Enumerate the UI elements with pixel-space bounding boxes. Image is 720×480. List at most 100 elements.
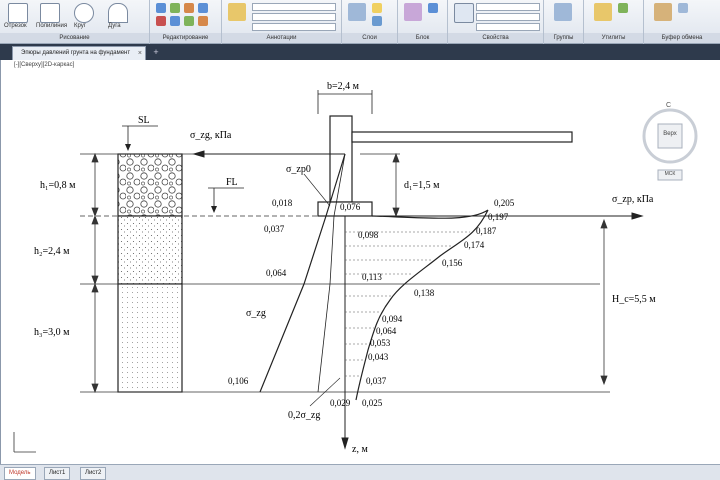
ribbon-group-properties: Свойства xyxy=(448,0,544,44)
ribbon-group-clipboard: Буфер обмена xyxy=(644,0,720,44)
calculator-icon[interactable] xyxy=(618,3,628,13)
zp-curve-3: 0,187 xyxy=(476,226,497,236)
paste-icon[interactable] xyxy=(654,3,672,21)
text-style-combo[interactable] xyxy=(252,3,336,11)
viewcube-top-face[interactable]: Верх xyxy=(658,131,682,137)
lineweight-combo[interactable] xyxy=(476,13,540,21)
ribbon-group-annotation: Аннотации xyxy=(222,0,342,44)
dim-style-combo[interactable] xyxy=(252,13,336,21)
zp-near-9: 0,029 xyxy=(330,398,351,408)
sl-marker: SL xyxy=(122,115,158,151)
status-bar: Модель Лист1 Лист2 xyxy=(0,464,720,480)
circle-tool-label: Круг xyxy=(74,23,86,29)
layer-h2-label: h₂=2,4 м xyxy=(34,246,70,257)
zp-near-1: 0,076 xyxy=(340,202,361,212)
ucs-icon xyxy=(13,432,36,453)
sigma-zp-axis-label: σ_zp, кПа xyxy=(612,194,654,205)
copy-icon[interactable] xyxy=(198,3,208,13)
sigma-zp0-label: σ_zp0 xyxy=(286,164,311,175)
ribbon-group-utilities: Утилиты xyxy=(584,0,644,44)
zp-curve-5: 0,156 xyxy=(442,258,463,268)
zg-value-2: 0,037 xyxy=(264,224,285,234)
zp-near-3: 0,113 xyxy=(362,272,382,282)
zp-curve-2: 0,197 xyxy=(488,212,509,222)
soil-pressure-drawing: h₁=0,8 м h₂=2,4 м h₃=3,0 м SL FL b=2,4 м… xyxy=(13,81,656,455)
linetype-combo[interactable] xyxy=(476,23,540,31)
group-label-draw: Рисование xyxy=(0,33,149,43)
color-combo[interactable] xyxy=(476,3,540,11)
mirror-icon[interactable] xyxy=(156,16,166,26)
depth-label: d₁=1,5 м xyxy=(404,180,440,191)
left-dimension-chain xyxy=(91,152,99,394)
foundation-width-label: b=2,4 м xyxy=(327,81,360,92)
compressible-depth-label: H_с=5,5 м xyxy=(612,294,656,305)
match-properties-icon[interactable] xyxy=(454,3,474,23)
zp-near-2: 0,098 xyxy=(358,230,379,240)
foundation xyxy=(317,90,573,217)
copy-clip-icon[interactable] xyxy=(678,3,688,13)
z-axis-label: z, м xyxy=(352,444,368,455)
sigma-zg-axis xyxy=(192,150,345,158)
rotate-icon[interactable] xyxy=(170,3,180,13)
text-tool-icon[interactable] xyxy=(228,3,246,21)
layer-on-icon[interactable] xyxy=(372,3,382,13)
group-label-annotation: Аннотации xyxy=(222,33,341,43)
measure-icon[interactable] xyxy=(594,3,612,21)
viewcube[interactable]: С Верх МСК xyxy=(640,102,700,184)
zp-curve-6: 0,138 xyxy=(414,288,435,298)
file-tab-bar: Эпюры давлений грунта на фундамент × + xyxy=(0,44,720,60)
line-tool-label: Отрезок xyxy=(4,23,27,29)
stretch-icon[interactable] xyxy=(184,16,194,26)
move-icon[interactable] xyxy=(156,3,166,13)
ribbon-group-modify: Редактирование xyxy=(150,0,222,44)
arc-tool-label: Дуга xyxy=(108,23,121,29)
zp-curve-1: 0,205 xyxy=(494,198,515,208)
tab-layout2[interactable]: Лист2 xyxy=(80,467,107,480)
arc-tool-icon[interactable] xyxy=(108,3,128,23)
group-label-modify: Редактирование xyxy=(150,33,221,43)
viewcube-north[interactable]: С xyxy=(666,102,671,109)
zp-near-5: 0,064 xyxy=(376,326,397,336)
line-tool-icon[interactable] xyxy=(8,3,28,23)
file-tab[interactable]: Эпюры давлений грунта на фундамент × xyxy=(12,46,146,60)
tab-model[interactable]: Модель xyxy=(4,467,36,480)
zg-value-3: 0,064 xyxy=(266,268,287,278)
ribbon-group-draw: Отрезок Полилиния Круг Дуга Рисование xyxy=(0,0,150,44)
group-icon[interactable] xyxy=(554,3,572,21)
compressible-depth-dimension xyxy=(600,218,608,386)
sl-mark-label: SL xyxy=(138,115,150,126)
layer-h1-label: h₁=0,8 м xyxy=(40,180,76,191)
viewcube-wcs[interactable]: МСК xyxy=(658,171,682,177)
zp-near-6: 0,053 xyxy=(370,338,391,348)
leader-style-combo[interactable] xyxy=(252,23,336,31)
polyline-tool-label: Полилиния xyxy=(36,23,68,29)
trim-icon[interactable] xyxy=(184,3,194,13)
ribbon-group-layers: Слои xyxy=(342,0,398,44)
sigma-zg-label: σ_zg xyxy=(246,308,266,319)
layer-properties-icon[interactable] xyxy=(348,3,366,21)
close-tab-icon[interactable]: × xyxy=(138,47,142,60)
file-tab-title: Эпюры давлений грунта на фундамент xyxy=(21,50,131,56)
group-label-layers: Слои xyxy=(342,33,397,43)
new-tab-icon[interactable]: + xyxy=(150,46,162,58)
group-label-utilities: Утилиты xyxy=(584,33,643,43)
group-label-groups: Группы xyxy=(544,33,583,43)
layer-freeze-icon[interactable] xyxy=(372,16,382,26)
sigma-zp0-leader xyxy=(303,173,331,207)
tab-layout1[interactable]: Лист1 xyxy=(44,467,71,480)
zp-near-4: 0,094 xyxy=(382,314,403,324)
scale-icon[interactable] xyxy=(198,16,208,26)
zp-near-7: 0,043 xyxy=(368,352,389,362)
group-label-block: Блок xyxy=(398,33,447,43)
group-label-clipboard: Буфер обмена xyxy=(644,33,720,43)
fillet-icon[interactable] xyxy=(170,16,180,26)
point-02-label: 0,2σ_zg xyxy=(288,410,320,421)
circle-tool-icon[interactable] xyxy=(74,3,94,23)
insert-block-icon[interactable] xyxy=(404,3,422,21)
z-axis xyxy=(341,216,349,450)
polyline-tool-icon[interactable] xyxy=(40,3,60,23)
ribbon-group-groups: Группы xyxy=(544,0,584,44)
ribbon-group-block: Блок xyxy=(398,0,448,44)
zg-value-1: 0,018 xyxy=(272,198,293,208)
create-block-icon[interactable] xyxy=(428,3,438,13)
